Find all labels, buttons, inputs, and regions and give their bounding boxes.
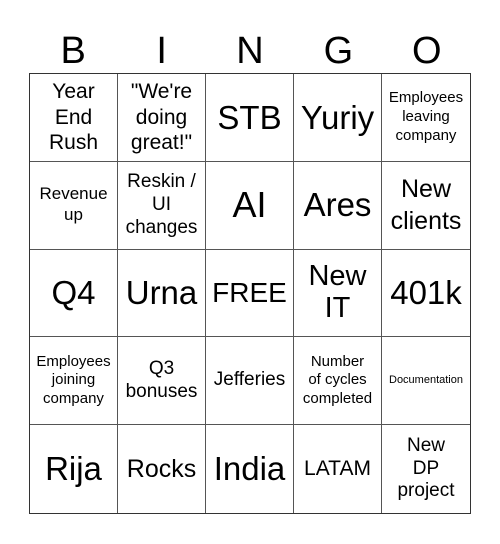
bingo-cell[interactable]: "We're doing great!" [118, 74, 206, 162]
bingo-cell[interactable]: Reskin / UI changes [118, 161, 206, 250]
bingo-cell[interactable]: Yuriy [294, 74, 382, 162]
bingo-cell[interactable]: Urna [118, 249, 206, 338]
bingo-cell[interactable]: Revenue up [30, 161, 118, 250]
bingo-cell[interactable]: New DP project [382, 425, 470, 513]
header-letter-b: B [60, 30, 86, 72]
bingo-cell[interactable]: Rocks [118, 425, 206, 513]
header-letter-i: I [156, 30, 167, 72]
bingo-cell[interactable]: AI [206, 161, 294, 250]
header-letter-n: N [236, 30, 264, 72]
bingo-cell[interactable]: India [206, 425, 294, 513]
bingo-cell[interactable]: Year End Rush [30, 74, 118, 162]
bingo-cell[interactable]: 401k [382, 250, 470, 338]
header-letter-g: G [323, 30, 354, 72]
bingo-cell[interactable]: Number of cycles completed [294, 337, 382, 426]
free-space-cell[interactable]: FREE [206, 249, 294, 338]
bingo-grid: Year End Rush "We're doing great!" STB Y… [29, 73, 471, 514]
bingo-cell[interactable]: Q3 bonuses [118, 337, 206, 426]
bingo-header: B I N G O [29, 30, 471, 73]
bingo-cell[interactable]: Jefferies [206, 337, 294, 426]
bingo-cell[interactable]: Documentation [382, 337, 470, 426]
bingo-cell[interactable]: New clients [382, 162, 470, 250]
bingo-cell[interactable]: LATAM [294, 425, 382, 513]
bingo-cell[interactable]: Employees joining company [30, 337, 118, 426]
bingo-cell[interactable]: Q4 [30, 249, 118, 338]
header-letter-o: O [412, 30, 442, 72]
bingo-cell[interactable]: Rija [30, 425, 118, 513]
bingo-cell[interactable]: STB [206, 74, 294, 162]
bingo-cell[interactable]: New IT [294, 249, 382, 338]
bingo-cell[interactable]: Ares [294, 161, 382, 250]
bingo-cell[interactable]: Employees leaving company [382, 74, 470, 162]
